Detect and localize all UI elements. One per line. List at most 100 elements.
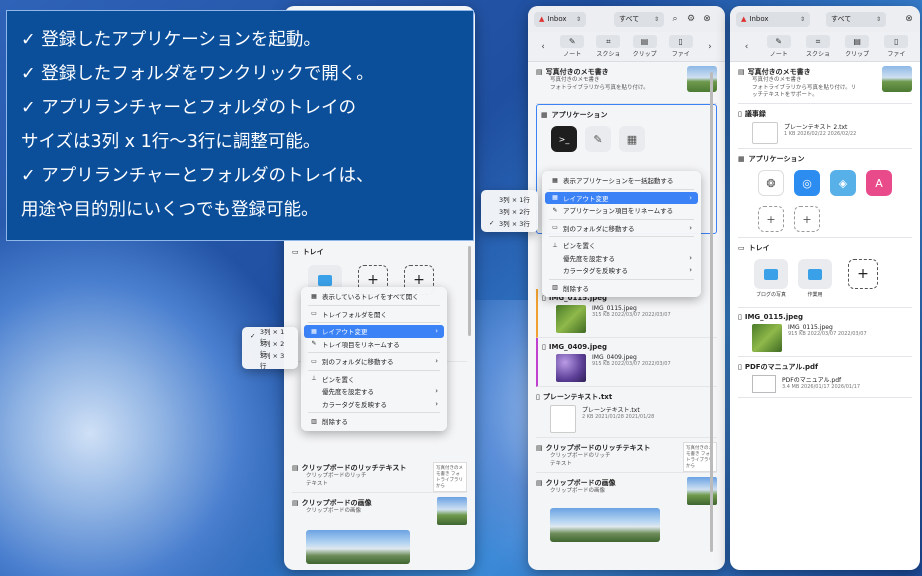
toolbar-screenshot[interactable]: ⌗ スクショ <box>596 35 620 58</box>
list-item[interactable]: ▤ 写真付きのメモ書き 写真付きのメモ書き フォトライブラリから写真を貼り付け。 <box>536 62 717 104</box>
caption-line: ✓ アプリランチャーとフォルダのトレイの <box>21 98 357 118</box>
app-icon[interactable]: A <box>866 170 892 196</box>
add-app-button[interactable]: + <box>794 206 820 232</box>
chevron-right-icon: › <box>689 253 692 262</box>
image-file-icon: ▯ <box>738 313 742 321</box>
toolbar-file[interactable]: ▯ ファイ <box>668 35 693 58</box>
text-file-icon: ▯ <box>738 110 742 118</box>
inbox-selector[interactable]: ▲ Inbox ⇕ <box>534 11 586 27</box>
section-title: トレイ <box>302 248 324 256</box>
image-thumbnail <box>556 354 586 382</box>
toolbar-note[interactable]: ✎ ノート <box>766 35 791 58</box>
menu-item-open-tray-folder[interactable]: ▭ トレイフォルダを開く <box>304 308 444 321</box>
menu-item-move[interactable]: ▭ 別のフォルダに移動する › <box>304 355 444 368</box>
list-item[interactable]: ▤ クリップボードの画像 クリップボードの画像 <box>292 493 467 568</box>
clipboard-icon: ▤ <box>292 499 299 508</box>
filter-selector[interactable]: すべて ⇕ <box>826 11 886 27</box>
tray-folder-work[interactable]: 作業用 <box>798 259 832 298</box>
scrollbar[interactable] <box>710 72 713 552</box>
script-app-icon[interactable]: ✎ <box>585 126 611 152</box>
caption-line: サイズは3列 x 1行〜3行に調整可能。 <box>21 132 321 152</box>
list-item[interactable]: ▯ プレーンテキスト.txt プレーンテキスト.txt 2 KB 2021/01/2… <box>536 387 717 438</box>
calculator-app-icon[interactable]: ▦ <box>619 126 645 152</box>
menu-item-open-all-trays[interactable]: ▦ 表示しているトレイをすべて開く <box>304 290 444 303</box>
tray-folder-blog-photos[interactable]: ブログの写真 <box>754 259 788 298</box>
list-item[interactable]: ▯ IMG_0115.jpeg IMG_0115.jpeg 915 KB 2022/… <box>738 308 912 357</box>
add-app-button[interactable]: + <box>758 206 784 232</box>
chevron-right-icon: › <box>689 193 692 202</box>
toolbar-note[interactable]: ✎ ノート <box>560 35 585 58</box>
toolbar-clip[interactable]: ▤ クリップ <box>632 35 657 58</box>
search-icon[interactable]: ⌕ <box>670 14 680 24</box>
tray-icon: ▭ <box>292 248 299 256</box>
caption-line: 用途や目的別にいくつでも登録可能。 <box>21 200 319 220</box>
file-icon: ▯ <box>884 35 909 48</box>
list-item[interactable]: ▤ 写真付きのメモ書き 写真付きのメモ書き フォトライブラリから写真を貼り付け。リ… <box>738 62 912 104</box>
trash-icon: ▥ <box>311 417 317 425</box>
menu-item-delete[interactable]: ▥ 削除する <box>545 282 698 295</box>
pin-icon: ⊥ <box>552 241 558 249</box>
inbox-selector[interactable]: ▲ Inbox ⇕ <box>736 11 810 27</box>
grid-icon: ▦ <box>738 155 745 163</box>
safari-app-icon[interactable]: ◎ <box>794 170 820 196</box>
app-launcher-section: ▦ アプリケーション ❂ ◎ ◈ A + + <box>738 149 912 238</box>
gear-icon[interactable]: ⚙ <box>686 14 696 24</box>
chevron-right-icon: › <box>435 357 438 366</box>
note-icon: ✎ <box>560 35 585 48</box>
menu-item-layout[interactable]: ▦ レイアウト変更 › <box>304 325 444 338</box>
grid-icon: ▦ <box>311 327 317 335</box>
list-item[interactable]: ▯ IMG_0409.jpeg IMG_0409.jpeg 915 KB 2022/… <box>536 338 717 387</box>
menu-item-delete[interactable]: ▥ 削除する <box>304 415 444 428</box>
chatgpt-app-icon[interactable]: ❂ <box>758 170 784 196</box>
menu-item-color-tag[interactable]: カラータグを反映する › <box>545 264 698 277</box>
close-icon[interactable]: ⊗ <box>702 14 712 24</box>
list-item[interactable]: ▯ 議事録 プレーンテキスト 2.txt 1 KB 2026/02/22 2026/… <box>738 104 912 149</box>
menu-item-move[interactable]: ▭ 別のフォルダに移動する › <box>545 222 698 235</box>
folder-icon <box>318 274 332 286</box>
pdf-thumbnail <box>752 375 776 393</box>
screenshot-icon: ⌗ <box>805 35 830 48</box>
rich-text-thumbnail: 写真付きのメモ書き フォトライブラリから <box>433 462 467 492</box>
list-item[interactable]: ▤ クリップボードのリッチテキスト クリップボードのリッチ テキスト 写真付きのメ… <box>536 438 717 474</box>
menu-item-layout[interactable]: ▦ レイアウト変更 › <box>545 191 698 204</box>
layout-option-3x3[interactable]: ✓ 3列 × 3行 <box>484 217 535 229</box>
trash-icon: ▥ <box>552 284 558 292</box>
close-icon[interactable]: ⊗ <box>904 14 914 24</box>
photo-thumbnail <box>882 66 912 92</box>
chevron-left-icon[interactable]: ‹ <box>538 42 548 52</box>
menu-item-launch-all[interactable]: ▦ 表示アプリケーションを一括起動する <box>545 174 698 187</box>
menu-item-priority[interactable]: 優先度を設定する › <box>304 385 444 398</box>
caption-line: ✓ 登録したアプリケーションを起動。 <box>21 30 321 50</box>
list-item[interactable]: ▯ PDFのマニュアル.pdf PDFのマニュアル.pdf 3.4 MB 2026/… <box>738 357 912 398</box>
toolbar-file[interactable]: ▯ ファイ <box>884 35 909 58</box>
trays-icon: ▦ <box>311 292 317 300</box>
filter-selector[interactable]: すべて ⇕ <box>614 11 664 27</box>
menu-item-rename[interactable]: ✎ アプリケーション項目をリネームする <box>545 204 698 217</box>
toolbar-clip[interactable]: ▤ クリップ <box>845 35 869 58</box>
menu-item-pin[interactable]: ⊥ ピンを置く <box>304 373 444 386</box>
list-item[interactable]: ▤ クリップボードのリッチテキスト クリップボードのリッチ テキスト 写真付きのメ… <box>292 458 467 494</box>
menu-item-rename[interactable]: ✎ トレイ項目をリネームする <box>304 338 444 351</box>
layout-submenu: ✓ 3列 × 1行 3列 × 2行 3列 × 3行 <box>242 327 298 370</box>
scrollbar[interactable] <box>468 246 471 336</box>
layout-option-3x2[interactable]: 3列 × 2行 <box>484 205 535 217</box>
clipboard-icon: ▤ <box>536 479 543 488</box>
layout-option-3x1[interactable]: 3列 × 1行 <box>484 193 535 205</box>
layout-option-3x3[interactable]: 3列 × 3行 <box>245 352 295 370</box>
terminal-app-icon[interactable]: >_ <box>551 126 577 152</box>
toolbar-screenshot[interactable]: ⌗ スクショ <box>805 35 830 58</box>
list-item[interactable]: ▤ クリップボードの画像 クリップボードの画像 <box>536 473 717 546</box>
text-file-icon: ▯ <box>536 393 540 401</box>
maps-app-icon[interactable]: ◈ <box>830 170 856 196</box>
menu-item-color-tag[interactable]: カラータグを反映する › <box>304 398 444 411</box>
checkmark-icon: ✓ <box>489 219 495 227</box>
menu-item-pin[interactable]: ⊥ ピンを置く <box>545 239 698 252</box>
menu-item-priority[interactable]: 優先度を設定する › <box>545 252 698 265</box>
chevron-left-icon[interactable]: ‹ <box>742 42 752 52</box>
screenshot-icon: ⌗ <box>596 35 621 48</box>
chevron-right-icon[interactable]: › <box>705 42 715 52</box>
pin-icon: ⊥ <box>311 375 317 383</box>
context-menu: ▦ 表示しているトレイをすべて開く ▭ トレイフォルダを開く ▦ レイアウト変更 › ✎… <box>301 287 447 431</box>
add-tray-item-button[interactable]: + <box>848 259 878 289</box>
note-icon: ▤ <box>738 68 745 76</box>
